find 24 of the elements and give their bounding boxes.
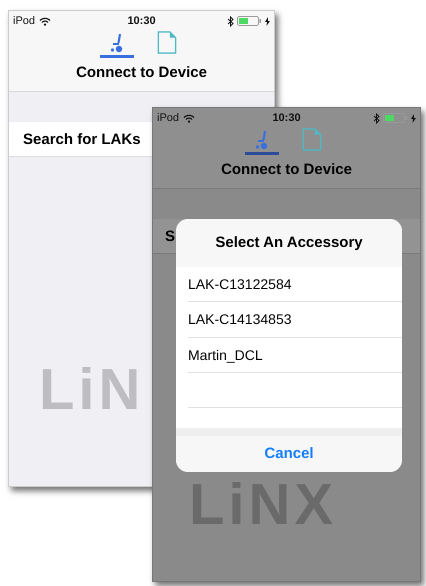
- wifi-icon: [183, 114, 196, 122]
- battery-icon: [383, 113, 408, 123]
- tab[interactable]: [244, 128, 278, 155]
- battery-icon: [237, 16, 262, 26]
- carrier-label: iPod: [157, 112, 180, 124]
- document-icon: [156, 31, 176, 54]
- document-icon: [302, 128, 322, 151]
- dialog-title: Select An Accessory: [176, 219, 402, 267]
- carrier-label: iPod: [13, 15, 36, 27]
- clock-time: 10:30: [127, 15, 156, 27]
- accessory-item[interactable]: LAK-C13122584: [188, 266, 402, 302]
- charging-icon: [411, 114, 416, 122]
- accessory-item[interactable]: LAK-C14134853: [188, 302, 402, 338]
- charging-icon: [265, 16, 270, 26]
- bluetooth-icon: [227, 16, 234, 26]
- bluetooth-icon: [373, 112, 380, 124]
- screen-title: Connect to Device: [220, 161, 353, 178]
- wifi-icon: [39, 16, 52, 26]
- accessory-item[interactable]: Martin_DCL: [188, 338, 402, 374]
- clock-time: 10:30: [272, 112, 301, 124]
- screen-title: Connect to Device: [75, 64, 208, 81]
- cancel-button[interactable]: Cancel: [176, 428, 402, 472]
- tab[interactable]: [100, 31, 134, 58]
- search-row[interactable]: Search for LAKs: [9, 122, 152, 157]
